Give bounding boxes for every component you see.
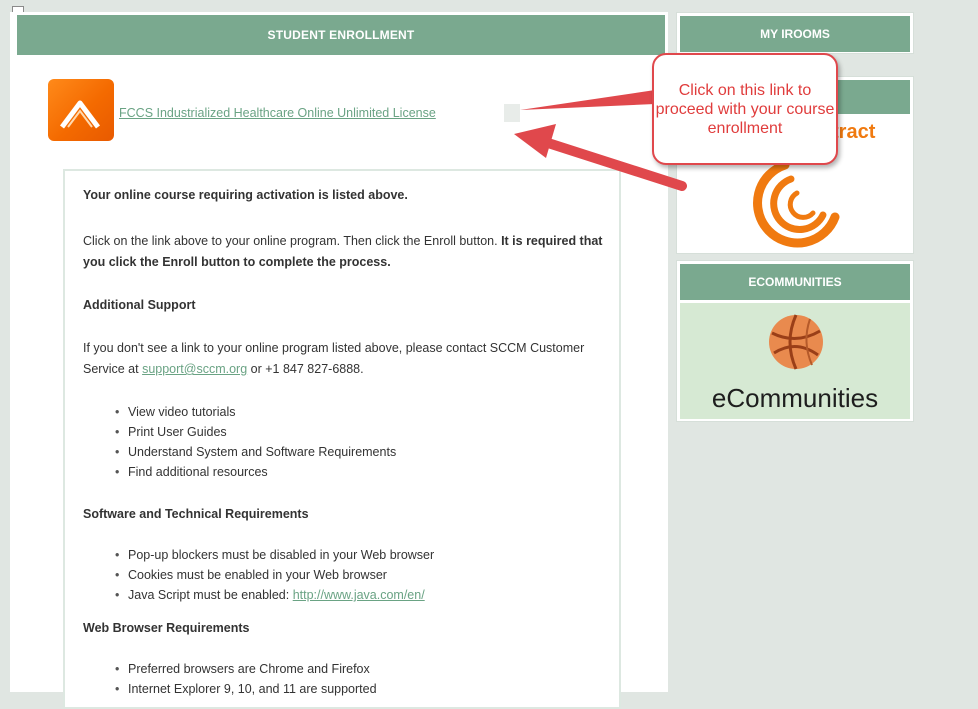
list-item: View video tutorials (115, 402, 396, 422)
link-trail-box (504, 104, 520, 122)
list-item: Print User Guides (115, 422, 396, 442)
ecommunities-label: eCommunities (711, 383, 879, 413)
enrollment-callout: Click on this link to proceed with your … (652, 53, 838, 165)
enrollment-header: STUDENT ENROLLMENT (17, 15, 665, 55)
software-list: Pop-up blockers must be disabled in your… (83, 545, 434, 605)
browser-list: Preferred browsers are Chrome and Firefo… (83, 659, 377, 699)
instructions-plain: Click on the link above to your online p… (83, 234, 498, 248)
course-logo-icon[interactable] (48, 79, 114, 141)
list-item: Cookies must be enabled in your Web brow… (115, 565, 434, 585)
abstract-logo-icon (753, 160, 840, 248)
instructions-text: Click on the link above to your online p… (83, 231, 613, 273)
intro-text: Your online course requiring activation … (83, 188, 408, 202)
list-item: Java Script must be enabled: http://www.… (115, 585, 434, 605)
abstract-label: tract (832, 121, 876, 143)
list-item: Pop-up blockers must be disabled in your… (115, 545, 434, 565)
enrollment-instructions: Your online course requiring activation … (63, 169, 621, 709)
additional-support-heading: Additional Support (83, 298, 196, 312)
ecommunities-ball-icon (769, 314, 823, 370)
list-item: Find additional resources (115, 462, 396, 482)
course-enrollment-link[interactable]: FCCS Industrialized Healthcare Online Un… (119, 106, 436, 120)
support-text-end: or +1 847 827-6888. (250, 362, 364, 376)
support-email-link[interactable]: support@sccm.org (142, 362, 247, 376)
ecommunities-banner[interactable]: eCommunities (680, 303, 910, 419)
list-item: Internet Explorer 9, 10, and 11 are supp… (115, 679, 377, 699)
my-irooms-header[interactable]: MY IROOMS (680, 16, 910, 52)
list-item: Preferred browsers are Chrome and Firefo… (115, 659, 377, 679)
ecommunities-card[interactable]: eCOMMUNITIES eCommunities (676, 260, 914, 422)
page-gutter (918, 0, 978, 692)
browser-heading: Web Browser Requirements (83, 621, 250, 635)
software-heading: Software and Technical Requirements (83, 507, 309, 521)
support-list: View video tutorials Print User Guides U… (83, 402, 396, 482)
support-text: If you don't see a link to your online p… (83, 338, 613, 380)
list-item: Understand System and Software Requireme… (115, 442, 396, 462)
my-irooms-card[interactable]: MY IROOMS (676, 12, 914, 54)
enrollment-panel: STUDENT ENROLLMENT FCCS Industrialized H… (10, 12, 668, 709)
ecommunities-header[interactable]: eCOMMUNITIES (680, 264, 910, 300)
java-link[interactable]: http://www.java.com/en/ (293, 588, 425, 602)
java-text: Java Script must be enabled: (128, 588, 290, 602)
